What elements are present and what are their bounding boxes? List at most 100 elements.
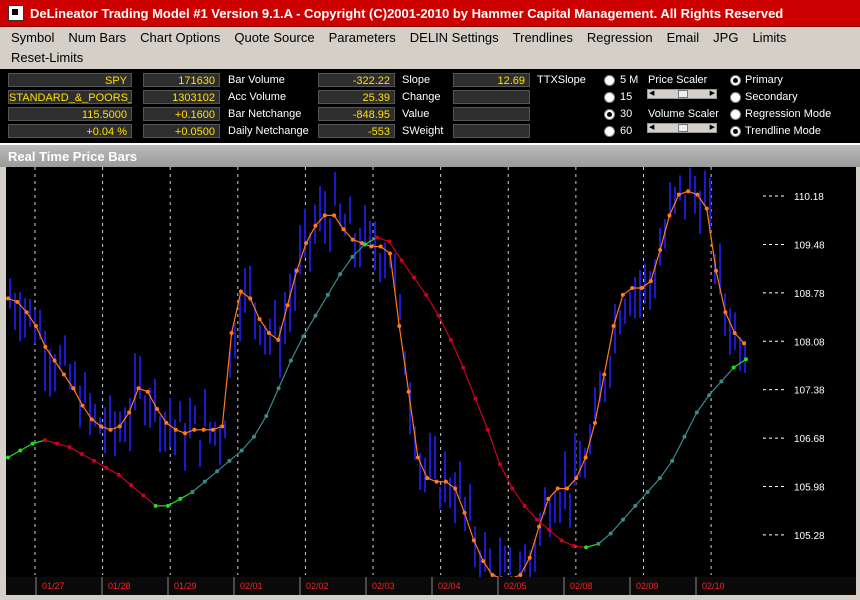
orange-line-point bbox=[43, 344, 48, 349]
orange-line-point bbox=[350, 237, 355, 242]
date-label: 02/01 bbox=[240, 581, 263, 591]
mode-label-secondary: Secondary bbox=[745, 91, 798, 103]
menu-jpg[interactable]: JPG bbox=[706, 30, 745, 45]
orange-line-point bbox=[648, 279, 653, 284]
orange-line-point bbox=[537, 524, 542, 529]
y-tick-label: 106.68 bbox=[794, 434, 825, 445]
pct-change-value: +0.04 % bbox=[8, 124, 132, 138]
menu-delin-settings[interactable]: DELIN Settings bbox=[403, 30, 506, 45]
orange-line-point bbox=[415, 455, 420, 460]
trend-line-point bbox=[67, 445, 72, 450]
trend-line-point bbox=[42, 438, 47, 443]
trend-line-point bbox=[411, 275, 416, 280]
menu-email[interactable]: Email bbox=[660, 30, 707, 45]
date-label: 02/03 bbox=[372, 581, 395, 591]
orange-line-point bbox=[443, 479, 448, 484]
orange-line-point bbox=[434, 479, 439, 484]
orange-line-point bbox=[192, 427, 197, 432]
menu-parameters[interactable]: Parameters bbox=[322, 30, 403, 45]
orange-line-point bbox=[6, 296, 10, 301]
trend-line-point bbox=[104, 465, 109, 470]
trend-line-point bbox=[682, 434, 687, 439]
orange-line-point bbox=[99, 424, 104, 429]
trend-line-point bbox=[473, 396, 478, 401]
mode-radio-regression[interactable] bbox=[730, 109, 741, 120]
price-scaler-thumb[interactable] bbox=[678, 90, 688, 98]
menu-trendlines[interactable]: Trendlines bbox=[506, 30, 580, 45]
daily-netchange-label: Daily Netchange bbox=[228, 125, 309, 137]
aux-value-2 bbox=[453, 90, 530, 104]
interval-radio-5m[interactable] bbox=[604, 75, 615, 86]
menu-num-bars[interactable]: Num Bars bbox=[61, 30, 133, 45]
orange-line-point bbox=[294, 268, 299, 273]
trend-line-point bbox=[301, 334, 306, 339]
trend-line-point bbox=[657, 476, 662, 481]
trend-line-point bbox=[129, 483, 133, 488]
price-scaler-slider[interactable]: ◀ ▶ bbox=[647, 89, 717, 99]
orange-line-point bbox=[555, 486, 560, 491]
orange-line-point bbox=[527, 555, 532, 560]
trend-line-point bbox=[719, 379, 724, 384]
orange-line-point bbox=[332, 213, 337, 218]
orange-line-point bbox=[714, 268, 719, 273]
chart-header: Real Time Price Bars bbox=[0, 143, 860, 167]
bar-netchange-value: +0.1600 bbox=[143, 107, 220, 121]
y-tick-label: 108.78 bbox=[794, 289, 825, 300]
orange-line-point bbox=[453, 486, 458, 491]
orange-line-point bbox=[33, 324, 38, 329]
orange-line-point bbox=[238, 289, 243, 294]
orange-line-point bbox=[89, 417, 94, 422]
orange-line-point bbox=[686, 189, 691, 194]
orange-line-point bbox=[210, 427, 215, 432]
price-chart[interactable]: 110.18 109.48 108.78 108.08 107.38 106.68 105.… bbox=[6, 167, 856, 595]
trend-line-point bbox=[276, 386, 281, 391]
app-icon[interactable] bbox=[8, 5, 24, 21]
symbol-name-field[interactable]: STANDARD_&_POORS_ bbox=[8, 90, 132, 104]
chart-background bbox=[6, 167, 856, 595]
symbol-field[interactable]: SPY bbox=[8, 73, 132, 87]
trend-line-point bbox=[338, 272, 343, 277]
trend-line-point bbox=[264, 413, 269, 418]
trend-line-point bbox=[498, 462, 502, 467]
trend-line-point bbox=[584, 545, 589, 550]
mode-radio-primary[interactable] bbox=[730, 75, 741, 86]
orange-line-point bbox=[406, 389, 411, 394]
mode-label-regression: Regression Mode bbox=[745, 108, 832, 120]
orange-line-point bbox=[285, 303, 290, 308]
menu-symbol[interactable]: Symbol bbox=[4, 30, 61, 45]
menu-chart-options[interactable]: Chart Options bbox=[133, 30, 227, 45]
orange-line-point bbox=[695, 192, 700, 197]
trend-line-point bbox=[559, 538, 564, 543]
mode-radio-secondary[interactable] bbox=[730, 92, 741, 103]
trend-line-point bbox=[215, 469, 220, 474]
orange-line-point bbox=[546, 496, 551, 501]
orange-line-point bbox=[676, 192, 681, 197]
trend-line-point bbox=[645, 490, 650, 495]
trend-line-point bbox=[239, 448, 244, 453]
volume-scaler-slider[interactable]: ◀ ▶ bbox=[647, 123, 717, 133]
bar-volume-value: 171630 bbox=[143, 73, 220, 87]
trend-line-point bbox=[485, 427, 490, 432]
menu-quote-source[interactable]: Quote Source bbox=[227, 30, 321, 45]
interval-label-60: 60 bbox=[620, 125, 633, 137]
interval-radio-15[interactable] bbox=[604, 92, 615, 103]
menu-limits[interactable]: Limits bbox=[745, 30, 793, 45]
trend-line-point bbox=[190, 490, 195, 495]
mode-radio-trendline[interactable] bbox=[730, 126, 741, 137]
trend-line-point bbox=[596, 541, 601, 546]
info-panel: SPY STANDARD_&_POORS_ 115.5000 +0.04 % 1… bbox=[0, 69, 860, 143]
date-label: 01/28 bbox=[108, 581, 131, 591]
value-label: Value bbox=[402, 108, 430, 120]
interval-radio-30[interactable] bbox=[604, 109, 615, 120]
trend-line-point bbox=[79, 451, 84, 456]
date-label: 02/08 bbox=[570, 581, 593, 591]
orange-line-point bbox=[602, 372, 607, 377]
orange-line-point bbox=[471, 538, 476, 543]
slope-value: -322.22 bbox=[318, 73, 395, 87]
orange-line-point bbox=[369, 244, 374, 249]
volume-scaler-thumb[interactable] bbox=[678, 124, 688, 132]
menu-regression[interactable]: Regression bbox=[580, 30, 660, 45]
menu-reset-limits[interactable]: Reset-Limits bbox=[4, 50, 90, 65]
interval-radio-60[interactable] bbox=[604, 126, 615, 137]
orange-line-point bbox=[201, 427, 206, 432]
